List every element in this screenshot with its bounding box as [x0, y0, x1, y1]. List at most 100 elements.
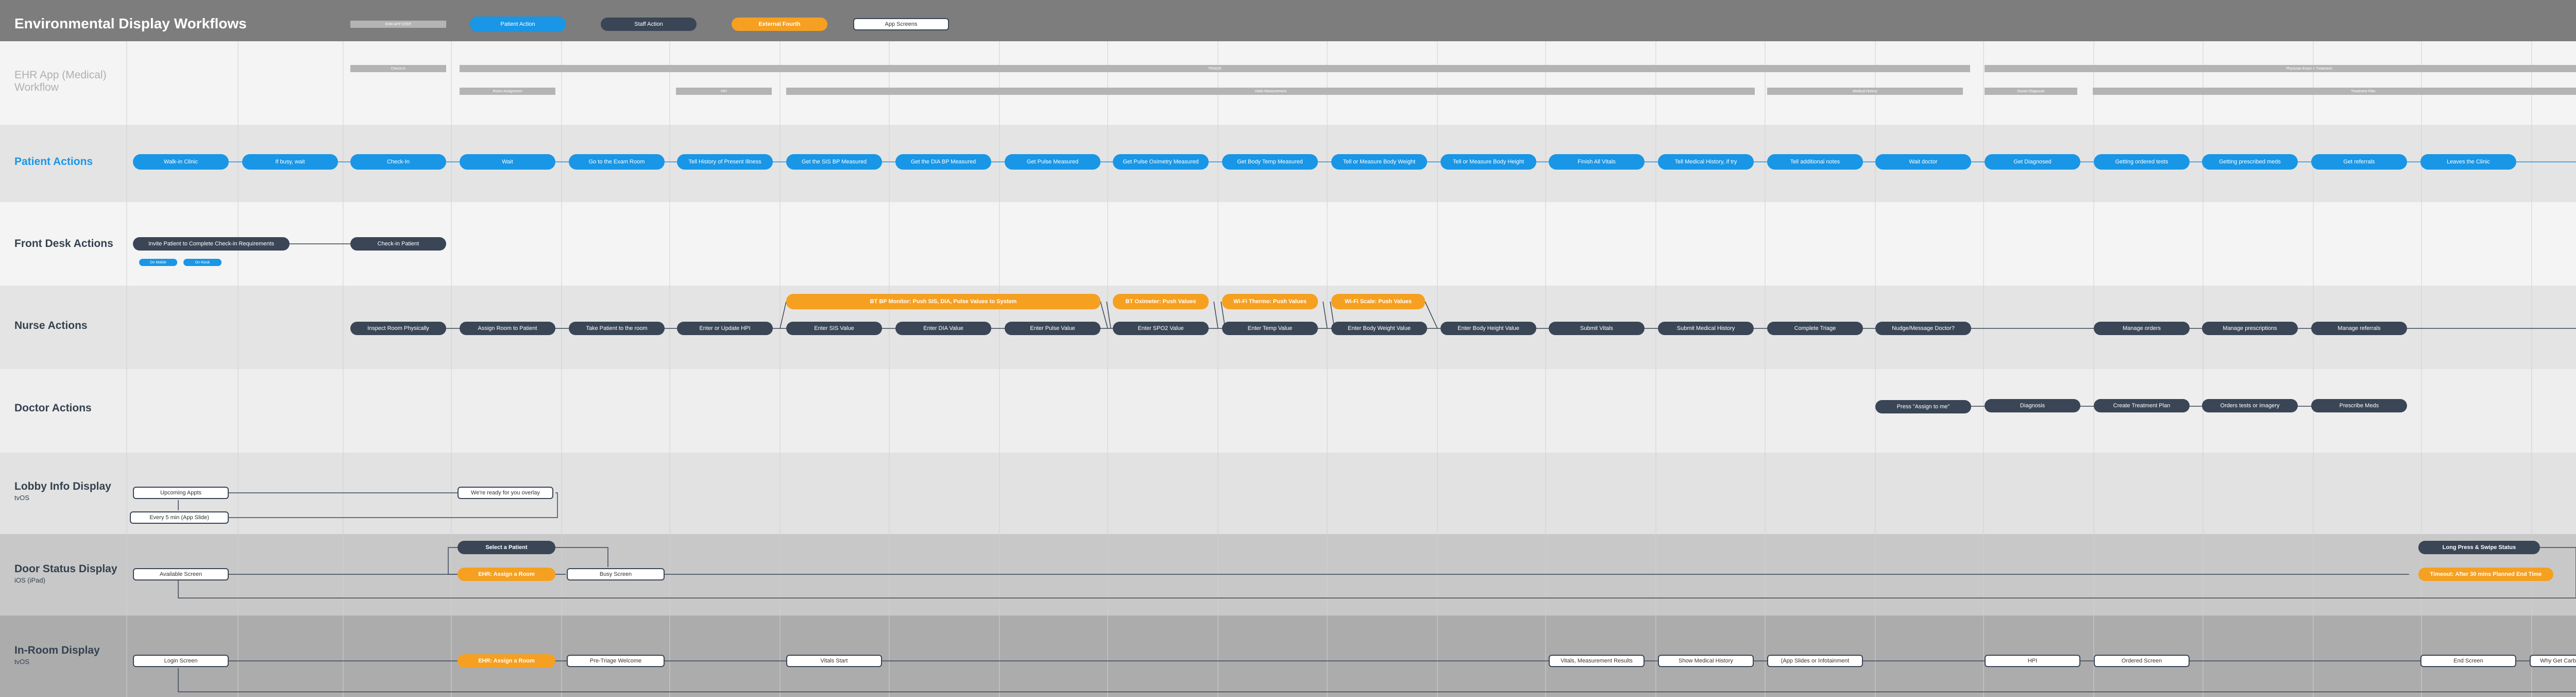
- nurse-action: Assign Room to Patient: [460, 322, 555, 335]
- lane-nurse: Nurse Actions: [14, 320, 88, 331]
- front-desk-tag-mobile: On Mobile: [139, 259, 177, 266]
- patient-action: Get the SIS BP Measured: [786, 154, 882, 170]
- patient-action: Tell or Measure Body Height: [1440, 154, 1536, 170]
- inroom-pre-triage: Pre-Triage Welcome: [567, 655, 665, 667]
- patient-action: Get referrals: [2311, 154, 2407, 170]
- patient-action: Get Pulse Oximetry Measured: [1113, 154, 1209, 170]
- inroom-ehr-assign-room: EHR: Assign a Room: [457, 654, 555, 668]
- patient-action: Get the DIA BP Measured: [895, 154, 991, 170]
- patient-action: Finish All Vitals: [1549, 154, 1645, 170]
- inroom-ordered-screen: Ordered Screen: [2094, 655, 2190, 667]
- nurse-action: Take Patient to the room: [569, 322, 665, 335]
- front-desk-tag-kiosk: On Kiosk: [183, 259, 222, 266]
- ehr-phase: HPI: [676, 88, 772, 95]
- ehr-phase: Doctor Diagnosis: [1985, 88, 2077, 95]
- nurse-action: Inspect Room Physically: [350, 322, 446, 335]
- patient-action: Tell or Measure Body Weight: [1331, 154, 1427, 170]
- nurse-action: Enter Body Height Value: [1440, 322, 1536, 335]
- front-desk-invite: Invite Patient to Complete Check-in Requ…: [133, 237, 290, 251]
- inroom-medical-history: Show Medical History: [1658, 655, 1754, 667]
- inroom-end-screen: End Screen: [2420, 655, 2516, 667]
- lane-door: Door Status Display: [14, 563, 117, 575]
- patient-action: Check-In: [350, 154, 446, 170]
- nurse-action: Manage orders: [2094, 322, 2190, 335]
- lane-patient: Patient Actions: [14, 156, 93, 168]
- nurse-external-device: BT BP Monitor: Push SIS, DIA, Pulse Valu…: [786, 294, 1100, 309]
- patient-action: Get Body Temp Measured: [1222, 154, 1318, 170]
- lobby-ready-overlay: We're ready for you overlay: [457, 487, 553, 499]
- doctor-action: Press "Assign to me": [1875, 400, 1971, 413]
- nurse-action: Manage referrals: [2311, 322, 2407, 335]
- inroom-vitals-results: Vitals, Measurement Results: [1549, 655, 1645, 667]
- lane-inroom-sub: tvOS: [14, 658, 29, 666]
- patient-action: Tell History of Present Illness: [677, 154, 773, 170]
- patient-action: Wait: [460, 154, 555, 170]
- legend-app-screens: App Screens: [853, 18, 949, 30]
- ehr-phase: Room Assignment: [460, 88, 555, 95]
- ehr-phase: Vitals Measurement: [786, 88, 1755, 95]
- workflow-board: Environmental Display Workflows EHR APP …: [0, 0, 2576, 697]
- lane-inroom: In-Room Display: [14, 644, 100, 656]
- front-desk-checkin: Check-in Patient: [350, 237, 446, 251]
- legend-external: External Fourth: [732, 18, 827, 31]
- patient-action: Wait doctor: [1875, 154, 1971, 170]
- nurse-action: Enter or Update HPI: [677, 322, 773, 335]
- lane-ehr: EHR App (Medical) Workflow: [14, 69, 107, 93]
- page-title: Environmental Display Workflows: [14, 15, 247, 31]
- patient-action: Get Diagnosed: [1985, 154, 2080, 170]
- nurse-action: Enter SPO2 Value: [1113, 322, 1209, 335]
- nurse-action: Complete Triage: [1767, 322, 1863, 335]
- nurse-external-device: Wi-Fi Scale: Push Values: [1331, 294, 1425, 309]
- ehr-phase: Treatment Plan: [2093, 88, 2576, 95]
- nurse-action: Enter DIA Value: [895, 322, 991, 335]
- patient-action: Tell additional notes: [1767, 154, 1863, 170]
- nurse-action: Enter Temp Value: [1222, 322, 1318, 335]
- door-timeout: Timeout: After 30 mins Planned End Time: [2418, 568, 2553, 581]
- patient-action: Walk-in Clinic: [133, 154, 229, 170]
- doctor-action: Create Treatment Plan: [2094, 399, 2190, 412]
- lane-doctor: Doctor Actions: [14, 402, 92, 414]
- doctor-action: Prescribe Meds: [2311, 399, 2407, 412]
- inroom-login-screen: Login Screen: [133, 655, 229, 667]
- lobby-app-slides: Every 5 min (App Slide): [130, 511, 229, 524]
- patient-action: Getting ordered tests: [2094, 154, 2190, 170]
- legend-staff-action: Staff Action: [601, 18, 697, 31]
- ehr-phase: Medical History: [1767, 88, 1963, 95]
- connectors: [178, 161, 2576, 692]
- lane-door-sub: iOS (iPad): [14, 576, 45, 584]
- door-ehr-assign-room: EHR: Assign a Room: [457, 568, 555, 581]
- patient-action: Tell Medical History, if try: [1658, 154, 1754, 170]
- legend-phase: EHR APP STEP: [350, 21, 446, 28]
- door-long-press: Long Press & Swipe Status: [2418, 541, 2540, 554]
- door-available-screen: Available Screen: [133, 568, 229, 580]
- lobby-upcoming-screen: Upcoming Appts: [133, 487, 229, 499]
- patient-action: If busy, wait: [242, 154, 338, 170]
- legend-patient-action: Patient Action: [470, 16, 566, 32]
- lane-lobby-sub: tvOS: [14, 494, 29, 502]
- door-select-patient: Select a Patient: [457, 541, 555, 554]
- nurse-action: Enter SIS Value: [786, 322, 882, 335]
- nurse-action: Submit Medical History: [1658, 322, 1754, 335]
- nurse-action: Manage prescriptions: [2202, 322, 2298, 335]
- nurse-action: Enter Pulse Value: [1005, 322, 1100, 335]
- nurse-external-device: Wi-Fi Thermo: Push Values: [1222, 294, 1318, 309]
- inroom-why-carbon: Why Get Carbon? (App Slide): [2530, 655, 2576, 667]
- nurse-action: Nudge/Message Doctor?: [1875, 322, 1971, 335]
- ehr-phase: Check-In: [350, 65, 446, 72]
- lane-front-desk: Front Desk Actions: [14, 238, 113, 250]
- nurse-external-device: BT Oximeter: Push Values: [1113, 294, 1209, 309]
- doctor-action: Diagnosis: [1985, 399, 2080, 412]
- ehr-phase: Physician Exam + Treatment: [1985, 65, 2576, 72]
- patient-action: Go to the Exam Room: [569, 154, 665, 170]
- inroom-hpi: HPI: [1985, 655, 2080, 667]
- doctor-action: Orders tests or imagery: [2202, 399, 2298, 412]
- patient-action: Get Pulse Measured: [1005, 154, 1100, 170]
- door-busy-screen: Busy Screen: [567, 568, 665, 580]
- nurse-action: Submit Vitals: [1549, 322, 1645, 335]
- inroom-vitals-start: Vitals Start: [786, 655, 882, 667]
- inroom-app-slides: (App Slides or Infotainment: [1767, 655, 1863, 667]
- patient-action: Leaves the Clinic: [2420, 154, 2516, 170]
- nurse-action: Enter Body Weight Value: [1331, 322, 1427, 335]
- lane-lobby: Lobby Info Display: [14, 480, 111, 492]
- ehr-phase: TRIAGE: [460, 65, 1970, 72]
